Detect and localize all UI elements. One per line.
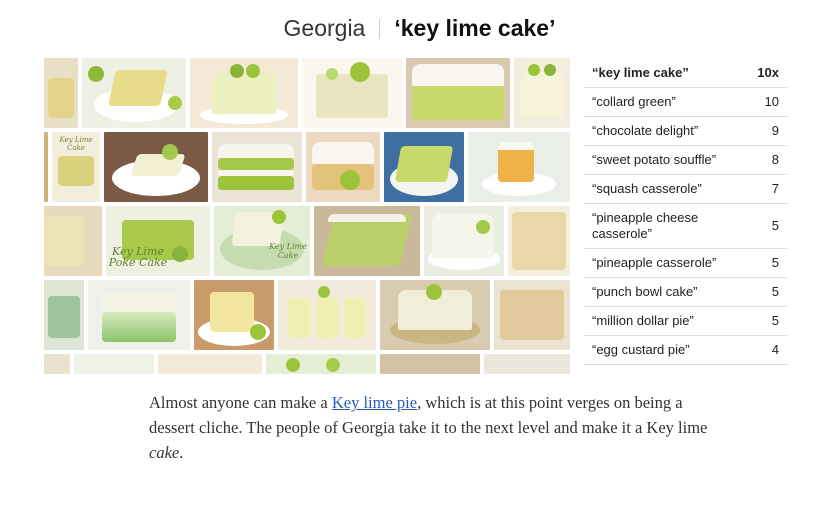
ranking-term: “key lime cake” — [592, 64, 689, 80]
key-lime-pie-link[interactable]: Key lime pie — [332, 393, 417, 412]
page-header: Georgia ‘key lime cake’ — [0, 14, 839, 42]
ranking-row: “punch bowl cake” 5 — [584, 278, 787, 307]
cake-photo[interactable] — [380, 354, 480, 374]
cake-photo[interactable] — [44, 132, 48, 202]
cake-photo[interactable] — [190, 58, 298, 128]
image-collage: Key Lime Cake Key Lime Poke Cake Key Lim… — [44, 58, 570, 374]
cake-photo[interactable] — [74, 354, 154, 374]
ranking-count: 5 — [771, 218, 779, 233]
photo-caption: Key Lime Cake — [269, 242, 307, 260]
paragraph-emphasis: cake — [149, 443, 180, 462]
cake-photo[interactable] — [44, 58, 78, 128]
ranking-term: “egg custard pie” — [592, 342, 690, 357]
ranking-row: “squash casserole” 7 — [584, 175, 787, 204]
ranking-row: “million dollar pie” 5 — [584, 307, 787, 336]
ranking-term: “chocolate delight” — [592, 123, 699, 138]
ranking-count: 8 — [771, 152, 779, 167]
ranking-row: “key lime cake” 10x — [584, 58, 787, 88]
ranking-count: 5 — [771, 284, 779, 299]
ranking-row: “egg custard pie” 4 — [584, 336, 787, 365]
ranking-count: 5 — [771, 255, 779, 270]
cake-photo[interactable] — [44, 280, 84, 350]
ranking-count: 4 — [771, 342, 779, 357]
ranking-term: “million dollar pie” — [592, 313, 694, 328]
cake-photo[interactable] — [44, 206, 102, 276]
cake-photo[interactable] — [468, 132, 570, 202]
cake-photo[interactable]: Key Lime Cake — [52, 132, 100, 202]
cake-photo[interactable] — [508, 206, 570, 276]
search-term-ranking: “key lime cake” 10x “collard green” 10 “choc… — [584, 58, 787, 365]
photo-caption: Key Lime Poke Cake — [108, 245, 168, 269]
cake-photo[interactable] — [384, 132, 464, 202]
ranking-term: “punch bowl cake” — [592, 284, 698, 299]
cake-photo[interactable]: Key Lime Poke Cake — [106, 206, 210, 276]
cake-photo[interactable] — [406, 58, 510, 128]
cake-photo[interactable] — [104, 132, 208, 202]
paragraph-text: Almost anyone can make a — [149, 393, 332, 412]
ranking-count: 9 — [771, 123, 779, 138]
paragraph-text: . — [179, 443, 184, 462]
cake-photo[interactable] — [484, 354, 570, 374]
ranking-term: “sweet potato souffle” — [592, 152, 717, 167]
cake-photo[interactable] — [158, 354, 262, 374]
ranking-term: “collard green” — [592, 94, 676, 109]
search-term-title: ‘key lime cake’ — [394, 15, 556, 41]
ranking-row: “pineapple cheese casserole” 5 — [584, 204, 787, 249]
cake-photo[interactable] — [494, 280, 570, 350]
cake-photo[interactable] — [380, 280, 490, 350]
ranking-row: “chocolate delight” 9 — [584, 117, 787, 146]
cake-photo[interactable] — [266, 354, 376, 374]
cake-photo[interactable]: Key Lime Cake — [214, 206, 310, 276]
state-name: Georgia — [283, 15, 366, 41]
article-paragraph: Almost anyone can make a Key lime pie, w… — [149, 390, 709, 465]
ranking-row: “sweet potato souffle” 8 — [584, 146, 787, 175]
cake-photo[interactable] — [44, 354, 70, 374]
ranking-count: 10x — [757, 64, 779, 80]
cake-photo[interactable] — [88, 280, 190, 350]
cake-photo[interactable] — [302, 58, 402, 128]
ranking-term: “pineapple cheese casserole” — [592, 210, 699, 241]
cake-photo[interactable] — [514, 58, 570, 128]
cake-photo[interactable] — [424, 206, 504, 276]
ranking-row: “pineapple casserole” 5 — [584, 249, 787, 278]
cake-photo[interactable] — [82, 58, 186, 128]
ranking-row: “collard green” 10 — [584, 88, 787, 117]
cake-photo[interactable] — [278, 280, 376, 350]
ranking-count: 5 — [771, 313, 779, 328]
ranking-term: “pineapple casserole” — [592, 255, 717, 270]
photo-caption: Key Lime Cake — [59, 136, 93, 152]
ranking-count: 7 — [771, 181, 779, 196]
ranking-count: 10 — [764, 94, 779, 109]
ranking-term: “squash casserole” — [592, 181, 702, 196]
header-divider — [379, 19, 381, 39]
cake-photo[interactable] — [314, 206, 420, 276]
cake-photo[interactable] — [306, 132, 380, 202]
cake-photo[interactable] — [212, 132, 302, 202]
cake-photo[interactable] — [194, 280, 274, 350]
